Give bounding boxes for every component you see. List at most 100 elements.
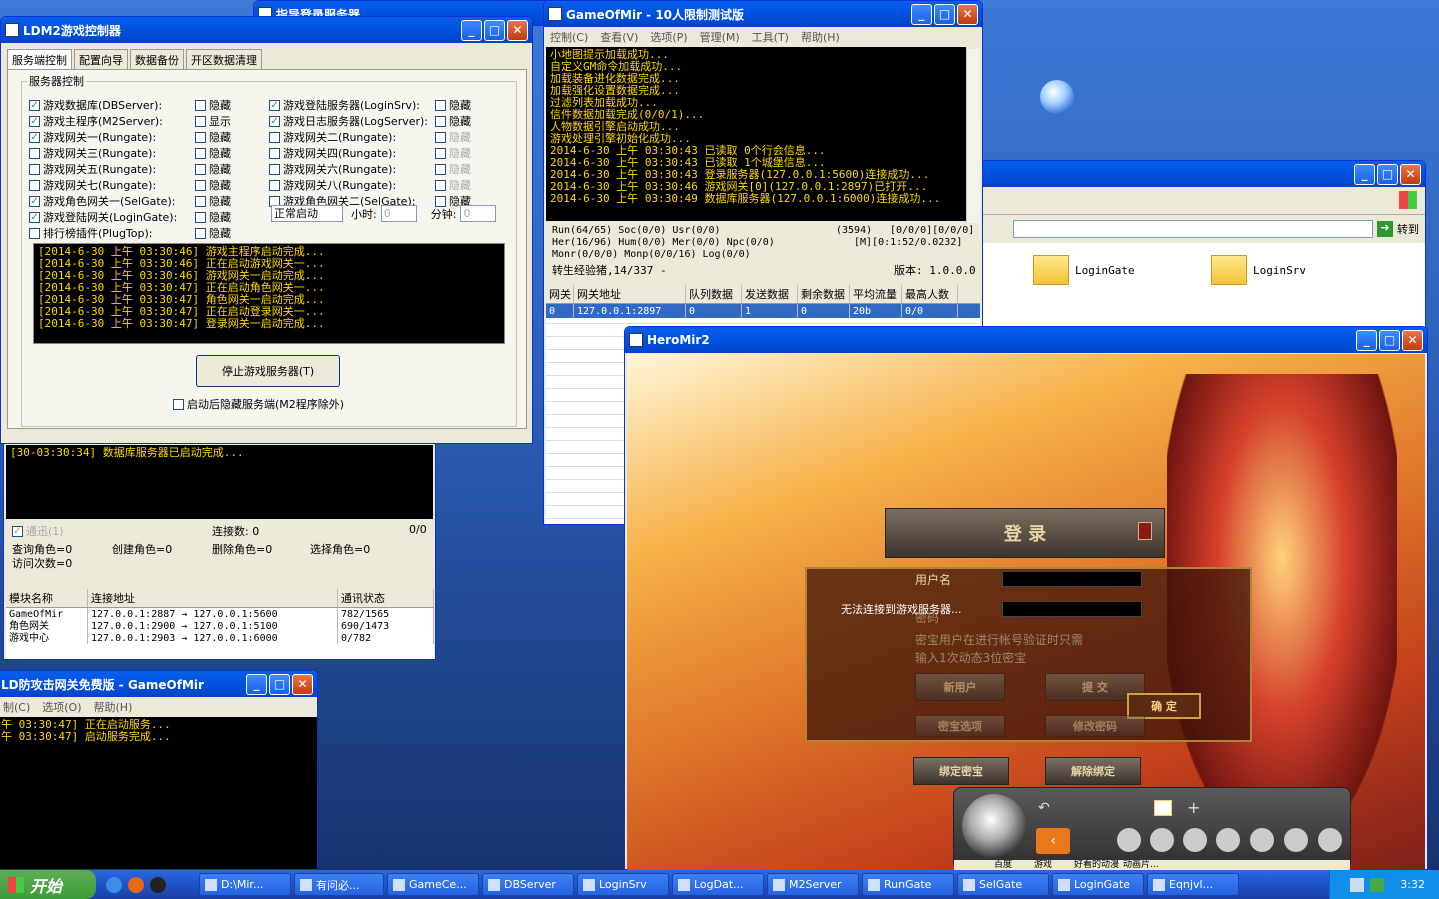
bookmark-item[interactable]: 好看的动漫 [1074, 860, 1119, 870]
option-checkbox[interactable] [195, 147, 206, 159]
table-row[interactable]: 0 127.0.0.1:2897 0 1 0 20b 0/0 [546, 304, 980, 318]
menu-tools[interactable]: 工具(T) [752, 29, 789, 45]
minimize-button[interactable]: _ [1356, 329, 1377, 351]
start-button[interactable]: 开始 [0, 870, 96, 899]
minimize-button[interactable]: _ [911, 3, 932, 25]
server-checkbox[interactable]: ✓ [29, 115, 40, 127]
table-row[interactable]: 角色网关 127.0.0.1:2900 → 127.0.0.1:5100 690/1… [6, 620, 434, 632]
star-icon[interactable] [1150, 828, 1174, 852]
hour-input[interactable]: 0 [380, 205, 417, 222]
server-checkbox[interactable]: ✓ [269, 115, 280, 127]
menu-control[interactable]: 制(C) [3, 699, 30, 715]
option-checkbox[interactable] [435, 179, 446, 191]
table-row[interactable]: 游戏中心 127.0.0.1:2903 → 127.0.0.1:6000 0/782 [6, 632, 434, 644]
table-row[interactable]: GameOfMir 127.0.0.1:2887 → 127.0.0.1:5600… [6, 608, 434, 620]
menu-control[interactable]: 控制(C) [550, 29, 588, 45]
back-arrow-button[interactable]: ‹ [1036, 828, 1070, 854]
folder-loginsrv[interactable]: LoginSrv [1211, 255, 1306, 285]
option-checkbox[interactable] [195, 211, 206, 223]
taskbar-item[interactable]: SelGate [957, 873, 1049, 896]
server-checkbox[interactable] [269, 179, 280, 191]
comm-checkbox[interactable]: ✓ [12, 525, 23, 537]
address-input[interactable] [1013, 220, 1373, 238]
app-logo-icon[interactable] [962, 794, 1026, 858]
tab-server-control[interactable]: 服务端控制 [7, 49, 72, 70]
server-checkbox[interactable] [269, 147, 280, 159]
password-input[interactable] [1002, 601, 1142, 617]
close-button[interactable]: ✕ [957, 3, 978, 25]
username-input[interactable] [1002, 571, 1142, 587]
qq-icon[interactable] [150, 876, 166, 893]
go-arrow-icon[interactable]: ➜ [1377, 221, 1393, 237]
taskbar-item[interactable]: DBServer [482, 873, 574, 896]
maximize-button[interactable]: □ [934, 3, 955, 25]
taskbar-item[interactable]: LoginSrv [577, 873, 669, 896]
download-icon[interactable] [1183, 828, 1207, 852]
dbserver-window[interactable]: [30-03:30:34] 数据库服务器已启动完成... ✓ 通迅(1) 连接数:… [3, 440, 436, 660]
taskbar-item[interactable]: D:\Mir... [199, 873, 291, 896]
unbind-token-button[interactable]: 解除绑定 [1045, 757, 1141, 785]
explorer-window[interactable]: _ □ ✕ ➜ 转到 LoginGate LoginSrv [978, 160, 1426, 330]
login-close-icon[interactable] [1138, 522, 1152, 540]
bookmark-item[interactable]: 动画片... [1123, 860, 1159, 870]
minute-input[interactable]: 0 [460, 205, 497, 222]
close-button[interactable]: ✕ [507, 19, 528, 41]
chat-icon[interactable] [1250, 828, 1274, 852]
option-checkbox[interactable] [195, 195, 206, 207]
close-button[interactable]: ✕ [1402, 329, 1423, 351]
shield-icon[interactable] [1370, 877, 1385, 892]
taskbar-item[interactable]: GameCe... [387, 873, 479, 896]
change-password-button[interactable]: 修改密码 [1045, 715, 1145, 737]
option-checkbox[interactable] [435, 131, 446, 143]
bookmark-item[interactable]: 百度 [994, 860, 1012, 870]
server-checkbox[interactable] [29, 163, 40, 175]
option-checkbox[interactable] [435, 99, 446, 111]
tab-data-cleanup[interactable]: 开区数据清理 [186, 49, 262, 70]
server-checkbox[interactable] [29, 227, 40, 239]
taskbar-item[interactable]: M2Server [767, 873, 859, 896]
server-checkbox[interactable] [269, 131, 280, 143]
minimize-button[interactable]: _ [461, 19, 482, 41]
mail-icon[interactable] [1154, 800, 1172, 816]
log-scrollbar[interactable] [966, 49, 980, 223]
option-checkbox[interactable] [195, 99, 206, 111]
taskbar-item[interactable]: Eqnjvl... [1147, 873, 1239, 896]
lock-icon[interactable] [1117, 828, 1141, 852]
option-checkbox[interactable] [435, 163, 446, 175]
server-checkbox[interactable] [269, 163, 280, 175]
ldm2-window[interactable]: LDM2游戏控制器 _ □ ✕ 服务端控制 配置向导 数据备份 开区数据清理 服务器控… [0, 16, 533, 444]
taskbar-item[interactable]: 有问必... [294, 873, 384, 896]
new-user-button[interactable]: 新用户 [915, 673, 1005, 701]
hide-after-start-checkbox[interactable] [173, 398, 184, 410]
bind-token-button[interactable]: 绑定密宝 [913, 757, 1009, 785]
tab-config-wizard[interactable]: 配置向导 [74, 49, 128, 70]
ldgate-window[interactable]: LD防攻击网关免费版 - GameOfMir _ □ ✕ 制(C) 选项(O) 帮助(H)… [0, 670, 318, 870]
start-mode-select[interactable]: 正常启动 [271, 205, 343, 222]
option-checkbox[interactable] [435, 147, 446, 159]
close-button[interactable]: ✕ [292, 673, 313, 695]
menu-help[interactable]: 帮助(H) [801, 29, 840, 45]
server-checkbox[interactable] [29, 147, 40, 159]
option-checkbox[interactable] [195, 115, 206, 127]
more-icon[interactable] [1318, 828, 1342, 852]
menu-manage[interactable]: 管理(M) [700, 29, 740, 45]
option-checkbox[interactable] [195, 163, 206, 175]
bookmark-item[interactable]: 游戏 [1034, 860, 1052, 870]
tv-icon[interactable] [1216, 828, 1240, 852]
stop-server-button[interactable]: 停止游戏服务器(T) [196, 355, 340, 387]
maximize-button[interactable]: □ [1377, 163, 1398, 185]
tools-icon[interactable] [1284, 828, 1308, 852]
close-button[interactable]: ✕ [1400, 163, 1421, 185]
ie-icon[interactable] [106, 876, 122, 893]
maximize-button[interactable]: □ [484, 19, 505, 41]
menu-view[interactable]: 查看(V) [600, 29, 638, 45]
server-checkbox[interactable] [29, 179, 40, 191]
option-checkbox[interactable] [195, 227, 206, 239]
taskbar-item[interactable]: LoginGate [1052, 873, 1144, 896]
back-icon[interactable]: ↶ [1038, 800, 1050, 816]
menu-options[interactable]: 选项(P) [650, 29, 687, 45]
add-icon[interactable]: + [1187, 798, 1200, 817]
server-checkbox[interactable]: ✓ [29, 195, 40, 207]
server-checkbox[interactable]: ✓ [29, 211, 40, 223]
server-checkbox[interactable]: ✓ [269, 99, 280, 111]
